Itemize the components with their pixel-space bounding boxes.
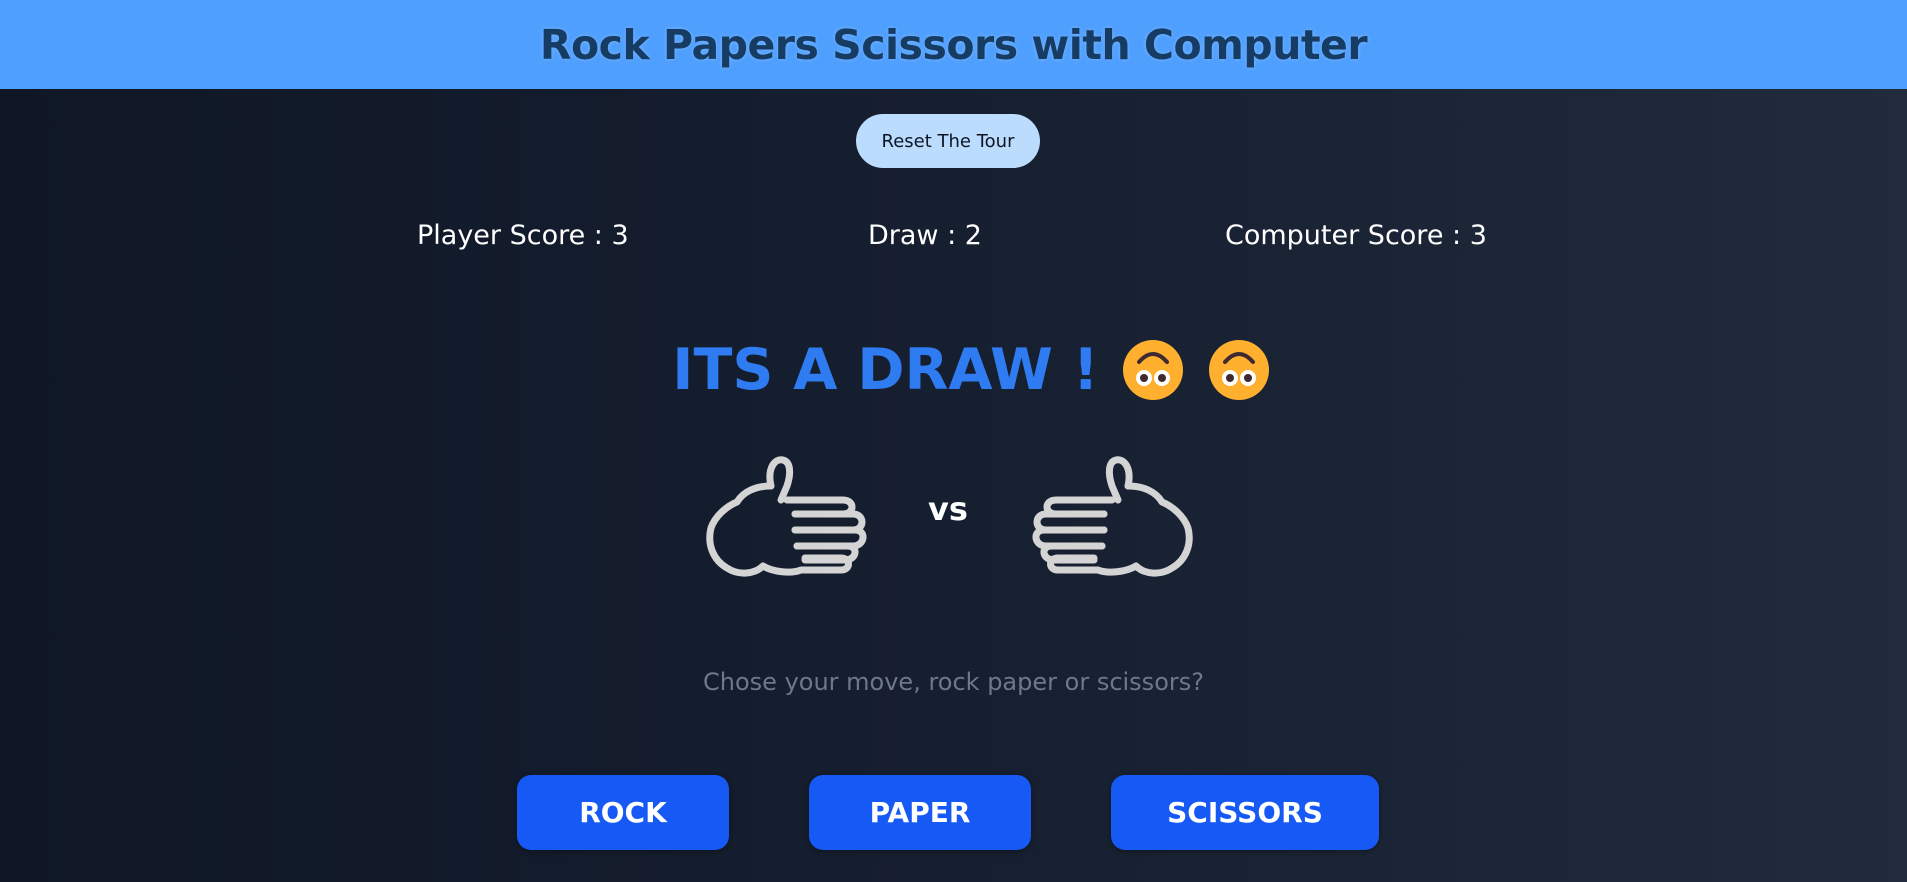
upside-down-face-icon xyxy=(1208,340,1269,400)
rock-button[interactable]: ROCK xyxy=(517,775,729,850)
computer-score: Computer Score : 3 xyxy=(1225,220,1487,251)
computer-paper-hand-icon xyxy=(1032,456,1193,577)
scissors-button[interactable]: SCISSORS xyxy=(1111,775,1379,850)
result-banner: ITS A DRAW ! xyxy=(0,330,1907,410)
move-prompt: Chose your move, rock paper or scissors? xyxy=(703,668,1204,696)
versus-label: vs xyxy=(928,490,968,528)
upside-down-face-icon xyxy=(1122,340,1183,400)
app-header: Rock Papers Scissors with Computer xyxy=(0,0,1907,89)
result-text: ITS A DRAW ! xyxy=(672,337,1099,403)
page-title: Rock Papers Scissors with Computer xyxy=(539,20,1368,69)
draw-count: Draw : 2 xyxy=(868,220,982,251)
paper-button[interactable]: PAPER xyxy=(809,775,1031,850)
player-paper-hand-icon xyxy=(706,456,867,577)
player-score: Player Score : 3 xyxy=(417,220,629,251)
reset-tour-button[interactable]: Reset The Tour xyxy=(856,114,1040,168)
